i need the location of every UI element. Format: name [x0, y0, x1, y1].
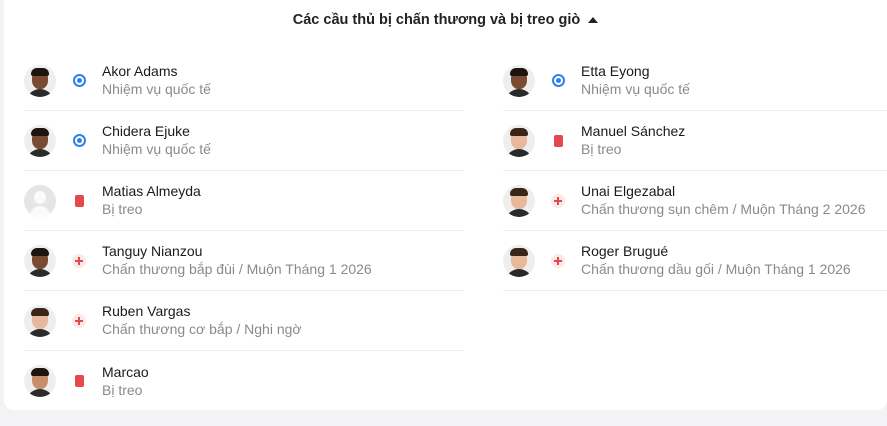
player-row[interactable]: Marcao Bị treo: [24, 351, 464, 411]
injury-icon: [551, 193, 565, 208]
player-avatar-placeholder: [24, 184, 56, 217]
injury-icon: [551, 253, 565, 268]
player-reason: Nhiệm vụ quốc tế: [581, 81, 690, 97]
player-name[interactable]: Marcao: [102, 363, 149, 381]
player-avatar: [24, 64, 56, 97]
player-reason: Bị treo: [102, 381, 143, 398]
player-avatar: [24, 244, 56, 277]
red-card-icon: [553, 134, 563, 147]
player-avatar: [503, 244, 535, 277]
player-avatar: [503, 184, 535, 217]
player-reason: Nhiệm vụ quốc tế: [102, 81, 211, 97]
player-avatar: [24, 365, 56, 397]
player-row[interactable]: Matias Almeyda Bị treo: [24, 171, 464, 231]
player-name[interactable]: Unai Elgezabal: [581, 182, 865, 200]
player-name[interactable]: Akor Adams: [102, 62, 211, 80]
left-player-list: Akor Adams Nhiệm vụ quốc tế Chidera Ejuk…: [24, 51, 464, 411]
player-reason: Nhiệm vụ quốc tế: [102, 141, 211, 157]
player-reason: Bị treo: [102, 201, 143, 217]
red-card-icon: [74, 375, 84, 387]
player-avatar: [24, 124, 56, 157]
player-row[interactable]: Tanguy Nianzou Chấn thương bắp đùi / Muộ…: [24, 231, 464, 291]
player-name[interactable]: Ruben Vargas: [102, 302, 302, 320]
section-header[interactable]: Các cầu thủ bị chấn thương và bị treo gi…: [4, 0, 887, 40]
player-name[interactable]: Tanguy Nianzou: [102, 242, 372, 260]
player-row[interactable]: Ruben Vargas Chấn thương cơ bắp / Nghi n…: [24, 291, 464, 351]
globe-icon: [72, 134, 86, 147]
player-reason: Chấn thương bắp đùi / Muộn Tháng 1 2026: [102, 261, 372, 277]
player-avatar: [24, 304, 56, 337]
right-player-list: Etta Eyong Nhiệm vụ quốc tế Manuel Sánch…: [503, 51, 887, 291]
player-reason: Chấn thương cơ bắp / Nghi ngờ: [102, 321, 302, 337]
player-row[interactable]: Unai Elgezabal Chấn thương sụn chêm / Mu…: [503, 171, 887, 231]
player-name[interactable]: Chidera Ejuke: [102, 122, 211, 140]
player-name[interactable]: Roger Brugué: [581, 242, 851, 260]
player-avatar: [503, 64, 535, 97]
player-reason: Chấn thương sụn chêm / Muộn Tháng 2 2026: [581, 201, 866, 217]
player-reason: Bị treo: [581, 141, 622, 157]
red-card-icon: [74, 194, 84, 207]
player-name[interactable]: Matias Almeyda: [102, 182, 201, 200]
player-row[interactable]: Roger Brugué Chấn thương dầu gối / Muộn …: [503, 231, 887, 291]
player-avatar: [503, 124, 535, 157]
injury-icon: [72, 313, 86, 328]
globe-icon: [72, 74, 86, 87]
caret-up-icon[interactable]: [588, 17, 599, 23]
player-name[interactable]: Etta Eyong: [581, 62, 690, 80]
player-row[interactable]: Akor Adams Nhiệm vụ quốc tế: [24, 51, 464, 111]
player-row[interactable]: Etta Eyong Nhiệm vụ quốc tế: [503, 51, 887, 111]
section-title: Các cầu thủ bị chấn thương và bị treo gi…: [292, 12, 581, 28]
player-name[interactable]: Manuel Sánchez: [581, 122, 685, 140]
player-row[interactable]: Manuel Sánchez Bị treo: [503, 111, 887, 171]
injury-icon: [72, 253, 86, 268]
injuries-suspensions-card: Các cầu thủ bị chấn thương và bị treo gi…: [4, 0, 887, 410]
player-reason: Chấn thương dầu gối / Muộn Tháng 1 2026: [581, 261, 851, 277]
globe-icon: [551, 74, 565, 87]
player-row[interactable]: Chidera Ejuke Nhiệm vụ quốc tế: [24, 111, 464, 171]
